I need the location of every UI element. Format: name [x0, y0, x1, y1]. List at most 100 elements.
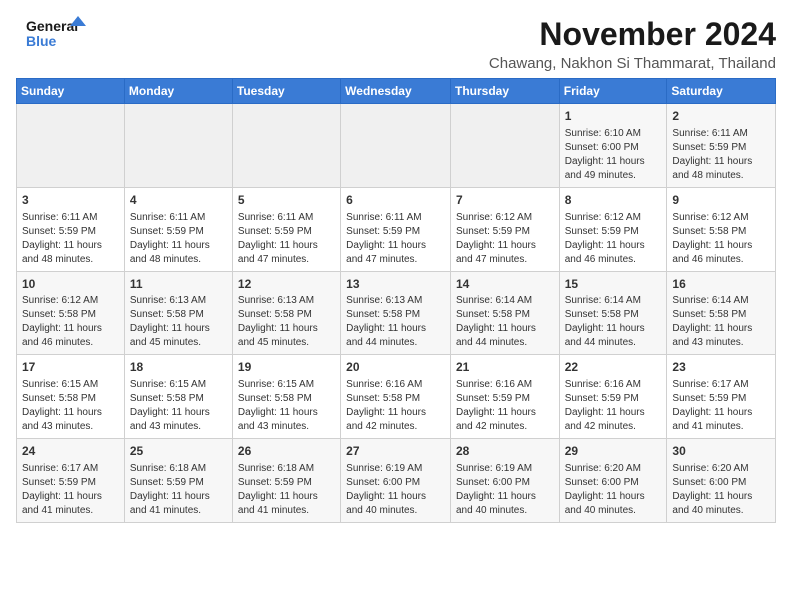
- calendar-week-4: 17 Sunrise: 6:15 AMSunset: 5:58 PMDayligh…: [17, 355, 776, 439]
- calendar-cell: 6 Sunrise: 6:11 AMSunset: 5:59 PMDaylight…: [341, 187, 451, 271]
- calendar-week-2: 3 Sunrise: 6:11 AMSunset: 5:59 PMDaylight…: [17, 187, 776, 271]
- calendar-cell: 4 Sunrise: 6:11 AMSunset: 5:59 PMDaylight…: [124, 187, 232, 271]
- day-number: 3: [22, 192, 119, 209]
- calendar-cell: 2Sunrise: 6:11 AMSunset: 5:59 PMDaylight…: [667, 104, 776, 188]
- day-number: 6: [346, 192, 445, 209]
- calendar-cell: 8Sunrise: 6:12 AMSunset: 5:59 PMDaylight…: [559, 187, 667, 271]
- day-number: 22: [565, 359, 662, 376]
- day-number: 23: [672, 359, 770, 376]
- day-info: Sunrise: 6:11 AMSunset: 5:59 PMDaylight:…: [130, 212, 210, 265]
- calendar-cell: 29 Sunrise: 6:20 AMSunset: 6:00 PMDayligh…: [559, 439, 667, 523]
- calendar-cell: 7Sunrise: 6:12 AMSunset: 5:59 PMDaylight…: [450, 187, 559, 271]
- calendar-cell: 1 Sunrise: 6:10 AMSunset: 6:00 PMDaylight…: [559, 104, 667, 188]
- day-info: Sunrise: 6:17 AMSunset: 5:59 PMDaylight:…: [22, 463, 102, 516]
- calendar-cell: 20Sunrise: 6:16 AMSunset: 5:58 PMDayligh…: [341, 355, 451, 439]
- day-number: 28: [456, 443, 554, 460]
- calendar-cell: 21 Sunrise: 6:16 AMSunset: 5:59 PMDayligh…: [450, 355, 559, 439]
- calendar-cell: [17, 104, 125, 188]
- day-number: 21: [456, 359, 554, 376]
- svg-text:Blue: Blue: [26, 33, 57, 49]
- title-block: November 2024 Chawang, Nakhon Si Thammar…: [489, 16, 776, 72]
- calendar-cell: 10 Sunrise: 6:12 AMSunset: 5:58 PMDayligh…: [17, 271, 125, 355]
- calendar-cell: 12Sunrise: 6:13 AMSunset: 5:58 PMDayligh…: [232, 271, 340, 355]
- day-number: 20: [346, 359, 445, 376]
- day-header-sunday: Sunday: [17, 79, 125, 104]
- calendar-header-row: SundayMondayTuesdayWednesdayThursdayFrid…: [17, 79, 776, 104]
- calendar-cell: [341, 104, 451, 188]
- day-info: Sunrise: 6:15 AMSunset: 5:58 PMDaylight:…: [130, 379, 210, 432]
- calendar-cell: 3 Sunrise: 6:11 AMSunset: 5:59 PMDaylight…: [17, 187, 125, 271]
- calendar-cell: 25Sunrise: 6:18 AMSunset: 5:59 PMDayligh…: [124, 439, 232, 523]
- day-info: Sunrise: 6:12 AMSunset: 5:58 PMDaylight:…: [22, 295, 102, 348]
- day-number: 13: [346, 276, 445, 293]
- calendar-cell: 9 Sunrise: 6:12 AMSunset: 5:58 PMDaylight…: [667, 187, 776, 271]
- day-number: 19: [238, 359, 335, 376]
- day-number: 27: [346, 443, 445, 460]
- day-number: 30: [672, 443, 770, 460]
- calendar-week-1: 1 Sunrise: 6:10 AMSunset: 6:00 PMDaylight…: [17, 104, 776, 188]
- day-number: 4: [130, 192, 227, 209]
- day-header-saturday: Saturday: [667, 79, 776, 104]
- day-info: Sunrise: 6:11 AMSunset: 5:59 PMDaylight:…: [22, 212, 102, 265]
- day-info: Sunrise: 6:20 AMSunset: 6:00 PMDaylight:…: [565, 463, 645, 516]
- day-number: 14: [456, 276, 554, 293]
- calendar-cell: 14 Sunrise: 6:14 AMSunset: 5:58 PMDayligh…: [450, 271, 559, 355]
- day-info: Sunrise: 6:15 AMSunset: 5:58 PMDaylight:…: [22, 379, 102, 432]
- calendar-cell: 27 Sunrise: 6:19 AMSunset: 6:00 PMDayligh…: [341, 439, 451, 523]
- day-header-monday: Monday: [124, 79, 232, 104]
- day-number: 12: [238, 276, 335, 293]
- day-number: 5: [238, 192, 335, 209]
- calendar-cell: [232, 104, 340, 188]
- day-header-thursday: Thursday: [450, 79, 559, 104]
- day-info: Sunrise: 6:11 AMSunset: 5:59 PMDaylight:…: [672, 128, 752, 181]
- day-info: Sunrise: 6:10 AMSunset: 6:00 PMDaylight:…: [565, 128, 645, 181]
- day-info: Sunrise: 6:11 AMSunset: 5:59 PMDaylight:…: [346, 212, 426, 265]
- calendar-week-5: 24 Sunrise: 6:17 AMSunset: 5:59 PMDayligh…: [17, 439, 776, 523]
- day-info: Sunrise: 6:12 AMSunset: 5:58 PMDaylight:…: [672, 212, 752, 265]
- calendar-cell: 30 Sunrise: 6:20 AMSunset: 6:00 PMDayligh…: [667, 439, 776, 523]
- calendar-cell: 26 Sunrise: 6:18 AMSunset: 5:59 PMDayligh…: [232, 439, 340, 523]
- day-number: 11: [130, 276, 227, 293]
- day-info: Sunrise: 6:14 AMSunset: 5:58 PMDaylight:…: [672, 295, 752, 348]
- day-number: 18: [130, 359, 227, 376]
- day-info: Sunrise: 6:20 AMSunset: 6:00 PMDaylight:…: [672, 463, 752, 516]
- calendar-cell: 28 Sunrise: 6:19 AMSunset: 6:00 PMDayligh…: [450, 439, 559, 523]
- calendar-cell: 19Sunrise: 6:15 AMSunset: 5:58 PMDayligh…: [232, 355, 340, 439]
- day-number: 1: [565, 108, 662, 125]
- calendar-cell: 15 Sunrise: 6:14 AMSunset: 5:58 PMDayligh…: [559, 271, 667, 355]
- day-info: Sunrise: 6:16 AMSunset: 5:59 PMDaylight:…: [456, 379, 536, 432]
- calendar-cell: 13Sunrise: 6:13 AMSunset: 5:58 PMDayligh…: [341, 271, 451, 355]
- month-title: November 2024: [489, 16, 776, 53]
- calendar-cell: 17 Sunrise: 6:15 AMSunset: 5:58 PMDayligh…: [17, 355, 125, 439]
- calendar-cell: 22 Sunrise: 6:16 AMSunset: 5:59 PMDayligh…: [559, 355, 667, 439]
- calendar-cell: 18 Sunrise: 6:15 AMSunset: 5:58 PMDayligh…: [124, 355, 232, 439]
- calendar-cell: 5Sunrise: 6:11 AMSunset: 5:59 PMDaylight…: [232, 187, 340, 271]
- day-number: 29: [565, 443, 662, 460]
- day-info: Sunrise: 6:17 AMSunset: 5:59 PMDaylight:…: [672, 379, 752, 432]
- calendar-cell: [450, 104, 559, 188]
- day-info: Sunrise: 6:14 AMSunset: 5:58 PMDaylight:…: [456, 295, 536, 348]
- day-number: 9: [672, 192, 770, 209]
- day-info: Sunrise: 6:16 AMSunset: 5:59 PMDaylight:…: [565, 379, 645, 432]
- day-header-friday: Friday: [559, 79, 667, 104]
- day-header-wednesday: Wednesday: [341, 79, 451, 104]
- day-info: Sunrise: 6:14 AMSunset: 5:58 PMDaylight:…: [565, 295, 645, 348]
- day-number: 15: [565, 276, 662, 293]
- day-info: Sunrise: 6:19 AMSunset: 6:00 PMDaylight:…: [346, 463, 426, 516]
- day-info: Sunrise: 6:13 AMSunset: 5:58 PMDaylight:…: [130, 295, 210, 348]
- calendar-cell: 11 Sunrise: 6:13 AMSunset: 5:58 PMDayligh…: [124, 271, 232, 355]
- day-number: 7: [456, 192, 554, 209]
- location-title: Chawang, Nakhon Si Thammarat, Thailand: [489, 55, 776, 72]
- day-info: Sunrise: 6:18 AMSunset: 5:59 PMDaylight:…: [238, 463, 318, 516]
- day-info: Sunrise: 6:19 AMSunset: 6:00 PMDaylight:…: [456, 463, 536, 516]
- calendar-cell: 23 Sunrise: 6:17 AMSunset: 5:59 PMDayligh…: [667, 355, 776, 439]
- day-number: 26: [238, 443, 335, 460]
- calendar-cell: [124, 104, 232, 188]
- day-number: 8: [565, 192, 662, 209]
- day-number: 17: [22, 359, 119, 376]
- calendar-cell: 16Sunrise: 6:14 AMSunset: 5:58 PMDayligh…: [667, 271, 776, 355]
- day-header-tuesday: Tuesday: [232, 79, 340, 104]
- logo-svg: General Blue: [16, 16, 96, 52]
- day-number: 24: [22, 443, 119, 460]
- day-number: 10: [22, 276, 119, 293]
